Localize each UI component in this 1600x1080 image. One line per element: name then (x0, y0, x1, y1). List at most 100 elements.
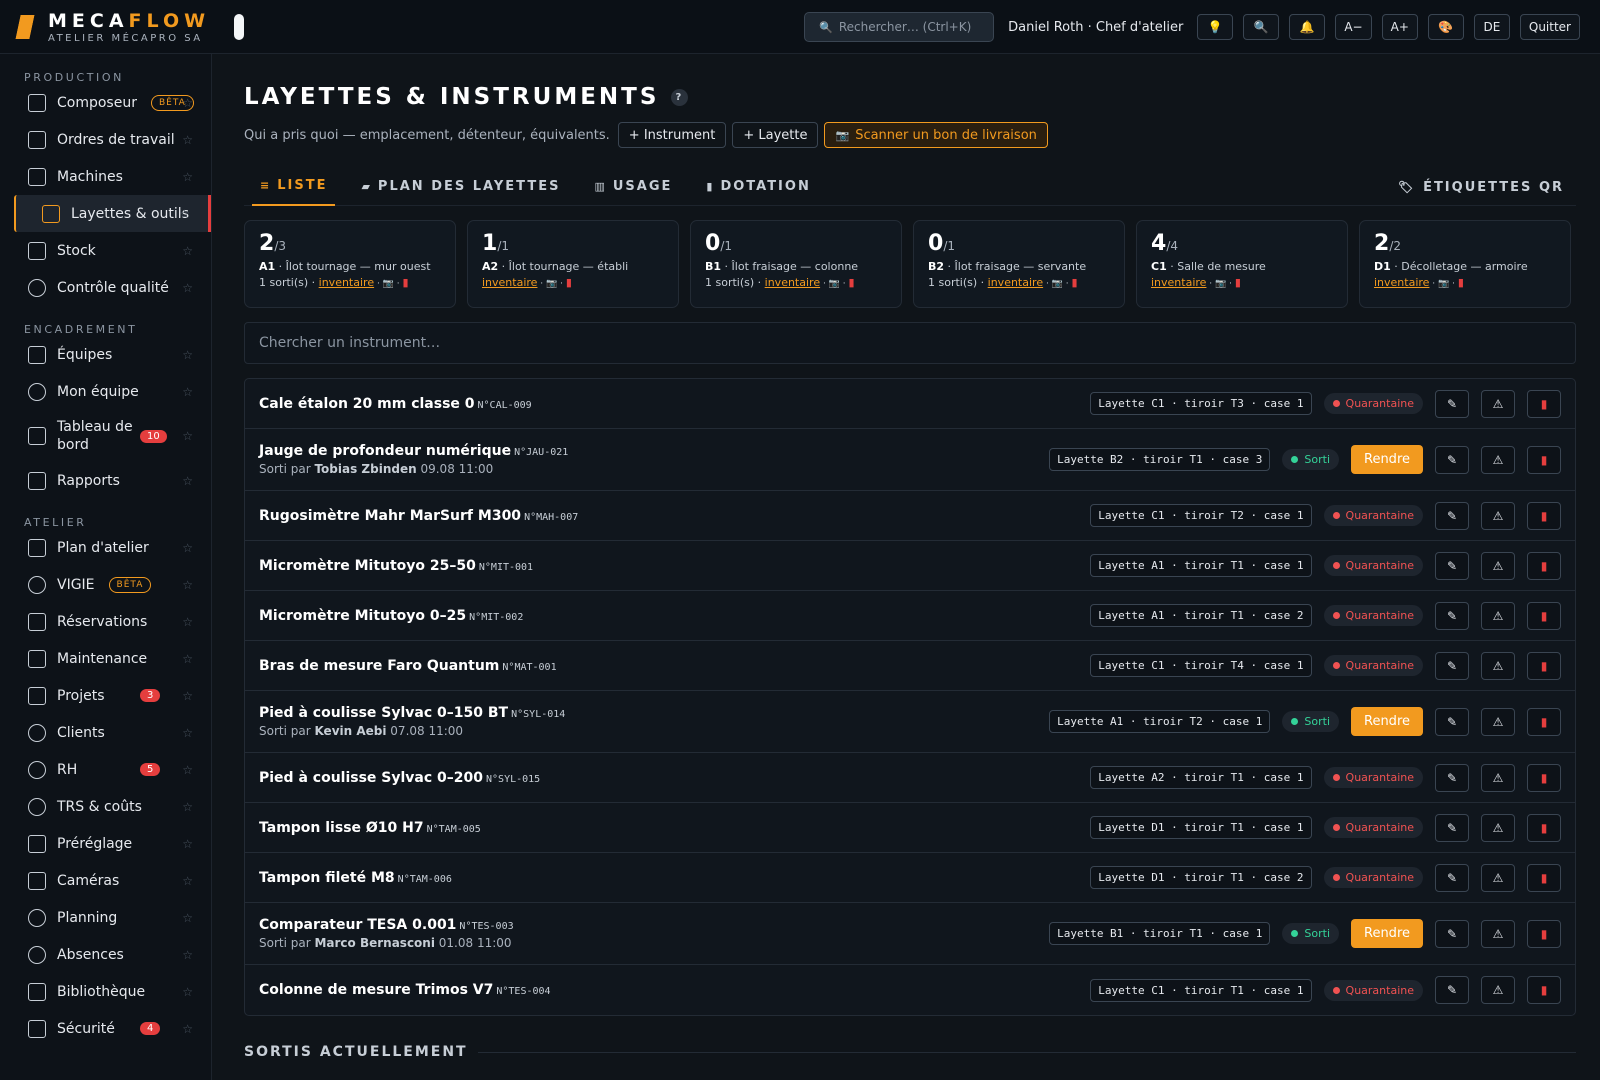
warning-icon[interactable]: ⚠ (1481, 763, 1515, 792)
warning-icon[interactable]: ⚠ (1481, 707, 1515, 736)
location-tag[interactable]: Layette D1 · tiroir T1 · case 2 (1090, 866, 1312, 889)
delete-icon[interactable]: ▮ (402, 276, 408, 289)
location-tag[interactable]: Layette C1 · tiroir T3 · case 1 (1090, 392, 1312, 415)
instrument-row[interactable]: Cale étalon 20 mm classe 0 N°CAL-009 Layet… (245, 379, 1575, 429)
sidebar-item-stock[interactable]: Stock ☆ (0, 232, 211, 269)
camera-icon[interactable]: · 📷 · (820, 279, 848, 289)
sidebar-item-trs-co-ts[interactable]: TRS & coûts ☆ (0, 788, 211, 825)
location-tag[interactable]: Layette B2 · tiroir T1 · case 3 (1049, 448, 1271, 471)
sidebar-item-ordres-de-travail[interactable]: Ordres de travail ☆ (0, 121, 211, 158)
star-icon[interactable]: ☆ (182, 689, 193, 703)
tab-plan-des-layettes[interactable]: ▰ PLAN DES LAYETTES (353, 168, 568, 206)
warning-icon[interactable]: ⚠ (1481, 813, 1515, 842)
sidebar-item-absences[interactable]: Absences ☆ (0, 936, 211, 973)
add-layette-button[interactable]: + Layette (732, 122, 819, 148)
inventory-link[interactable]: inventaire (1374, 276, 1429, 289)
delete-icon[interactable]: ▮ (1527, 601, 1561, 630)
tab-dotation[interactable]: ▮ DOTATION (698, 168, 818, 206)
font-increase-button[interactable]: A+ (1381, 14, 1418, 40)
edit-icon[interactable]: ✎ (1435, 445, 1469, 474)
tab-usage[interactable]: ▥ USAGE (586, 168, 680, 206)
warning-icon[interactable]: ⚠ (1481, 976, 1515, 1004)
user-info[interactable]: Daniel Roth · Chef d'atelier (1008, 20, 1183, 35)
delete-icon[interactable]: ▮ (848, 276, 854, 289)
star-icon[interactable]: ☆ (182, 429, 193, 443)
sidebar-item-tableau-de-bord[interactable]: Tableau de bord 10 ☆ (0, 410, 211, 462)
star-icon[interactable]: ☆ (182, 170, 193, 184)
sidebar-item-projets[interactable]: Projets 3 ☆ (0, 677, 211, 714)
star-icon[interactable]: ☆ (179, 207, 190, 221)
instrument-row[interactable]: Tampon lisse Ø10 H7 N°TAM-005 Layette D1 ·… (245, 803, 1575, 853)
delete-icon[interactable]: ▮ (566, 276, 572, 289)
sidebar-toggle[interactable] (234, 13, 245, 40)
instrument-row[interactable]: Comparateur TESA 0.001 N°TES-003 Sorti par… (245, 903, 1575, 965)
location-tag[interactable]: Layette A1 · tiroir T2 · case 1 (1049, 710, 1271, 733)
inventory-link[interactable]: inventaire (1151, 276, 1206, 289)
delete-icon[interactable]: ▮ (1071, 276, 1077, 289)
sidebar-item-maintenance[interactable]: Maintenance ☆ (0, 640, 211, 677)
global-search-input[interactable]: 🔍 Rechercher… (Ctrl+K) (804, 12, 995, 42)
star-icon[interactable]: ☆ (182, 348, 193, 362)
star-icon[interactable]: ☆ (182, 652, 193, 666)
edit-icon[interactable]: ✎ (1435, 551, 1469, 580)
sidebar-item-planning[interactable]: Planning ☆ (0, 899, 211, 936)
instrument-row[interactable]: Jauge de profondeur numérique N°JAU-021 So… (245, 429, 1575, 491)
layette-card[interactable]: 2/3 A1 · Îlot tournage — mur ouest 1 sorti… (244, 220, 456, 308)
sidebar-item-composeur[interactable]: Composeur BÊTA ☆ (0, 84, 211, 121)
edit-icon[interactable]: ✎ (1435, 501, 1469, 530)
warning-icon[interactable]: ⚠ (1481, 445, 1515, 474)
delete-icon[interactable]: ▮ (1527, 919, 1561, 948)
star-icon[interactable]: ☆ (182, 763, 193, 777)
edit-icon[interactable]: ✎ (1435, 651, 1469, 680)
sidebar-item--quipes[interactable]: Équipes ☆ (0, 336, 211, 373)
instrument-row[interactable]: Tampon fileté M8 N°TAM-006 Layette D1 · ti… (245, 853, 1575, 903)
star-icon[interactable]: ☆ (182, 541, 193, 555)
tab-liste[interactable]: ≡ LISTE (252, 168, 336, 206)
layette-card[interactable]: 0/1 B2 · Îlot fraisage — servante 1 sorti(… (913, 220, 1125, 308)
help-icon[interactable]: ? (671, 88, 689, 106)
warning-icon[interactable]: ⚠ (1481, 601, 1515, 630)
layette-card[interactable]: 2/2 D1 · Décolletage — armoire inventaire … (1359, 220, 1571, 308)
delete-icon[interactable]: ▮ (1235, 276, 1241, 289)
sidebar-item-vigie[interactable]: VIGIE BÊTA ☆ (0, 566, 211, 603)
star-icon[interactable]: ☆ (182, 281, 193, 295)
camera-icon[interactable]: · 📷 · (1043, 279, 1071, 289)
instrument-row[interactable]: Rugosimètre Mahr MarSurf M300 N°MAH-007 La… (245, 491, 1575, 541)
instrument-row[interactable]: Pied à coulisse Sylvac 0–150 BT N°SYL-014… (245, 691, 1575, 753)
brand[interactable]: MECAFLOW ATELIER MÉCAPRO SA (48, 10, 210, 44)
delete-icon[interactable]: ▮ (1527, 501, 1561, 530)
instrument-row[interactable]: Bras de mesure Faro Quantum N°MAT-001 Laye… (245, 641, 1575, 691)
edit-icon[interactable]: ✎ (1435, 763, 1469, 792)
instrument-row[interactable]: Micromètre Mitutoyo 0–25 N°MIT-002 Layette… (245, 591, 1575, 641)
sidebar-item-layettes-outils[interactable]: Layettes & outils ☆ (14, 195, 211, 232)
edit-icon[interactable]: ✎ (1435, 976, 1469, 1004)
quit-button[interactable]: Quitter (1519, 14, 1580, 40)
star-icon[interactable]: ☆ (182, 578, 193, 592)
return-button[interactable]: Rendre (1351, 919, 1423, 948)
edit-icon[interactable]: ✎ (1435, 813, 1469, 842)
delete-icon[interactable]: ▮ (1527, 551, 1561, 580)
layette-card[interactable]: 1/1 A2 · Îlot tournage — établi inventaire… (467, 220, 679, 308)
star-icon[interactable]: ☆ (182, 948, 193, 962)
warning-icon[interactable]: ⚠ (1481, 501, 1515, 530)
location-tag[interactable]: Layette A1 · tiroir T1 · case 1 (1090, 554, 1312, 577)
location-tag[interactable]: Layette C1 · tiroir T2 · case 1 (1090, 504, 1312, 527)
sidebar-item-biblioth-que[interactable]: Bibliothèque ☆ (0, 973, 211, 1010)
add-instrument-button[interactable]: + Instrument (617, 122, 727, 148)
sidebar-item-r-servations[interactable]: Réservations ☆ (0, 603, 211, 640)
return-button[interactable]: Rendre (1351, 707, 1423, 736)
edit-icon[interactable]: ✎ (1435, 389, 1469, 418)
instrument-row[interactable]: Pied à coulisse Sylvac 0–200 N°SYL-015 Lay… (245, 753, 1575, 803)
delete-icon[interactable]: ▮ (1527, 976, 1561, 1004)
delete-icon[interactable]: ▮ (1527, 445, 1561, 474)
location-tag[interactable]: Layette A1 · tiroir T1 · case 2 (1090, 604, 1312, 627)
location-tag[interactable]: Layette C1 · tiroir T1 · case 1 (1090, 978, 1312, 1002)
instrument-search-input[interactable]: Chercher un instrument… (244, 322, 1576, 364)
scan-delivery-button[interactable]: 📷 Scanner un bon de livraison (824, 122, 1048, 148)
warning-icon[interactable]: ⚠ (1481, 863, 1515, 892)
location-tag[interactable]: Layette A2 · tiroir T1 · case 1 (1090, 766, 1312, 789)
camera-icon[interactable]: · 📷 · (1429, 279, 1457, 289)
lightbulb-icon[interactable]: 💡 (1197, 14, 1234, 40)
delete-icon[interactable]: ▮ (1458, 276, 1464, 289)
star-icon[interactable]: ☆ (182, 874, 193, 888)
